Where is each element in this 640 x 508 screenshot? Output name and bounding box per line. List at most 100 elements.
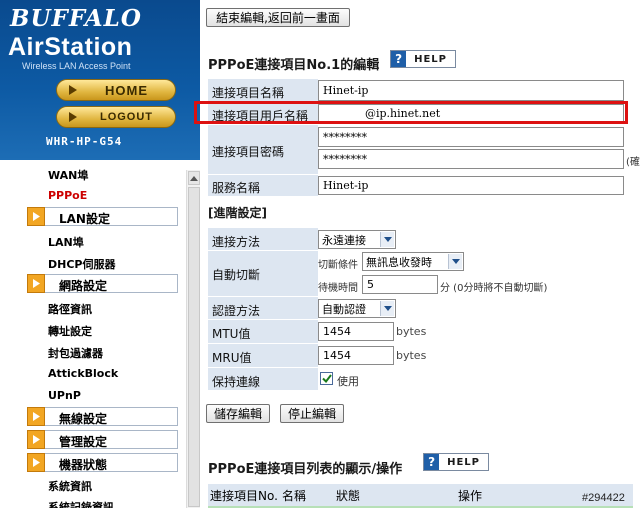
mtu-unit: bytes bbox=[396, 325, 427, 338]
sidebar-header-label: 無線設定 bbox=[59, 412, 108, 426]
mru-input[interactable]: 1454 bbox=[318, 346, 394, 365]
column-header-no: 連接項目No. bbox=[210, 489, 278, 503]
sidebar-item-port-forwarding[interactable]: 轉址設定 bbox=[48, 323, 92, 339]
sidebar-menu: WAN埠 PPPoE LAN設定 LAN埠 DHCP伺服器 網路設定 路徑資訊 … bbox=[0, 160, 186, 508]
username-highlight-box bbox=[194, 101, 628, 124]
home-button-label: HOME bbox=[105, 82, 148, 98]
sidebar-header-label: 機器狀態 bbox=[59, 458, 108, 472]
mtu-label: MTU值 bbox=[212, 327, 251, 341]
sidebar-item-system-info[interactable]: 系統資訊 bbox=[48, 478, 92, 494]
sidebar-header-label: 管理設定 bbox=[59, 435, 108, 449]
help-button[interactable]: ? HELP bbox=[390, 50, 456, 68]
auto-disconnect-label: 自動切斷 bbox=[212, 268, 261, 282]
sidebar-item-lan-port[interactable]: LAN埠 bbox=[48, 234, 84, 250]
advanced-section-title: [進階設定] bbox=[208, 206, 267, 220]
service-name-input[interactable]: Hinet-ip bbox=[318, 176, 624, 195]
chevron-down-icon bbox=[448, 254, 462, 269]
auth-method-select[interactable]: 自動認證 bbox=[318, 299, 396, 318]
disconnect-condition-select[interactable]: 無訊息收發時 bbox=[362, 252, 464, 271]
sidebar-scrollbar[interactable] bbox=[186, 170, 200, 508]
triangle-right-icon bbox=[27, 207, 45, 226]
password-label-cell: 連接項目密碼 bbox=[208, 125, 318, 175]
sidebar-item-dhcp-server[interactable]: DHCP伺服器 bbox=[48, 256, 115, 272]
triangle-right-icon bbox=[27, 407, 45, 426]
sidebar-header-admin-settings[interactable]: 管理設定 bbox=[27, 430, 178, 449]
keepalive-checkbox[interactable] bbox=[320, 372, 333, 385]
sidebar-header-wireless-settings[interactable]: 無線設定 bbox=[27, 407, 178, 426]
triangle-right-icon bbox=[27, 274, 45, 293]
sidebar-item-packet-filter[interactable]: 封包過濾器 bbox=[48, 345, 103, 361]
column-header-action: 操作 bbox=[458, 489, 483, 503]
model-name: WHR-HP-G54 bbox=[46, 135, 123, 148]
keepalive-label: 保持連線 bbox=[212, 375, 261, 389]
airstation-logo: AirStation bbox=[8, 33, 133, 61]
logout-button[interactable]: LOGOUT bbox=[56, 106, 176, 128]
sidebar-header-label: LAN設定 bbox=[59, 212, 110, 226]
list-table-header: 連接項目No. 名稱 狀態 操作 bbox=[208, 484, 633, 508]
triangle-right-icon bbox=[67, 112, 78, 123]
auth-method-label-cell: 認證方法 bbox=[208, 297, 318, 320]
stop-edit-button[interactable]: 停止編輯 bbox=[280, 404, 344, 423]
sidebar-header-network-settings[interactable]: 網路設定 bbox=[27, 274, 178, 293]
checkmark-icon bbox=[321, 374, 332, 383]
buffalo-logo: BUFFALO bbox=[10, 5, 142, 32]
mru-label: MRU值 bbox=[212, 351, 252, 365]
sidebar-item-pppoe[interactable]: PPPoE bbox=[48, 189, 87, 202]
brand-panel: BUFFALO AirStation Wireless LAN Access P… bbox=[0, 0, 200, 160]
mtu-input[interactable]: 1454 bbox=[318, 322, 394, 341]
sidebar-header-label: 網路設定 bbox=[59, 279, 108, 293]
home-button[interactable]: HOME bbox=[56, 79, 176, 101]
service-name-label: 服務名稱 bbox=[212, 181, 261, 195]
left-navigation: BUFFALO AirStation Wireless LAN Access P… bbox=[0, 0, 200, 508]
idle-time-input[interactable]: 5 bbox=[362, 275, 438, 294]
mru-unit: bytes bbox=[396, 349, 427, 362]
scroll-up-icon[interactable] bbox=[188, 171, 200, 185]
list-section-title: PPPoE連接項目列表的顯示/操作 bbox=[208, 462, 403, 477]
chevron-down-icon bbox=[380, 232, 394, 247]
sidebar-header-lan-settings[interactable]: LAN設定 bbox=[27, 207, 178, 226]
column-header-status: 狀態 bbox=[336, 489, 361, 503]
help-button-label: HELP bbox=[414, 53, 447, 65]
scrollbar-thumb[interactable] bbox=[188, 187, 200, 507]
disconnect-condition-label: 切斷條件 bbox=[318, 260, 358, 271]
idle-time-label: 待機時間 bbox=[318, 283, 358, 294]
disconnect-condition-value: 無訊息收發時 bbox=[366, 255, 432, 269]
password-label: 連接項目密碼 bbox=[212, 145, 285, 159]
password-confirm-input[interactable]: ******** bbox=[318, 149, 624, 169]
sidebar-item-wan-port[interactable]: WAN埠 bbox=[48, 167, 88, 183]
keepalive-label-cell: 保持連線 bbox=[208, 368, 318, 391]
connection-name-input[interactable]: Hinet-ip bbox=[318, 80, 624, 101]
sidebar-item-system-log[interactable]: 系統記錄資訊 bbox=[48, 499, 114, 508]
save-edit-button[interactable]: 儲存編輯 bbox=[206, 404, 270, 423]
help-button-list[interactable]: ? HELP bbox=[423, 453, 489, 471]
triangle-right-icon bbox=[67, 85, 78, 96]
edit-section-title: PPPoE連接項目No.1的編輯 bbox=[208, 58, 380, 73]
help-question-icon: ? bbox=[391, 51, 407, 67]
sidebar-item-route-info[interactable]: 路徑資訊 bbox=[48, 301, 92, 317]
triangle-right-icon bbox=[27, 430, 45, 449]
finish-edit-button[interactable]: 結束編輯,返回前一畫面 bbox=[206, 8, 350, 27]
connect-method-value: 永遠連接 bbox=[322, 233, 366, 247]
help-button-label: HELP bbox=[447, 456, 480, 468]
connect-method-label: 連接方法 bbox=[212, 235, 261, 249]
auto-disconnect-label-cell: 自動切斷 bbox=[208, 251, 318, 297]
sidebar-item-attackblock[interactable]: AttickBlock bbox=[48, 367, 118, 380]
keepalive-text: 使用 bbox=[337, 375, 359, 388]
brand-tagline: Wireless LAN Access Point bbox=[22, 61, 131, 71]
column-header-name: 名稱 bbox=[282, 489, 307, 503]
watermark: #294422 bbox=[582, 492, 625, 504]
idle-time-unit: 分 (0分時將不自動切斷) bbox=[440, 283, 548, 294]
mru-label-cell: MRU值 bbox=[208, 344, 318, 368]
triangle-right-icon bbox=[27, 453, 45, 472]
main-panel: 結束編輯,返回前一畫面 PPPoE連接項目No.1的編輯 ? HELP 連接項目… bbox=[200, 0, 640, 508]
auth-method-label: 認證方法 bbox=[212, 304, 261, 318]
connect-method-label-cell: 連接方法 bbox=[208, 228, 318, 251]
connection-name-label-cell: 連接項目名稱 bbox=[208, 79, 318, 103]
chevron-down-icon bbox=[380, 301, 394, 316]
password-input[interactable]: ******** bbox=[318, 127, 624, 147]
connection-name-label: 連接項目名稱 bbox=[212, 86, 285, 100]
sidebar-header-device-status[interactable]: 機器狀態 bbox=[27, 453, 178, 472]
connect-method-select[interactable]: 永遠連接 bbox=[318, 230, 396, 249]
password-confirm-hint: (確 bbox=[626, 157, 640, 168]
sidebar-item-upnp[interactable]: UPnP bbox=[48, 389, 81, 402]
